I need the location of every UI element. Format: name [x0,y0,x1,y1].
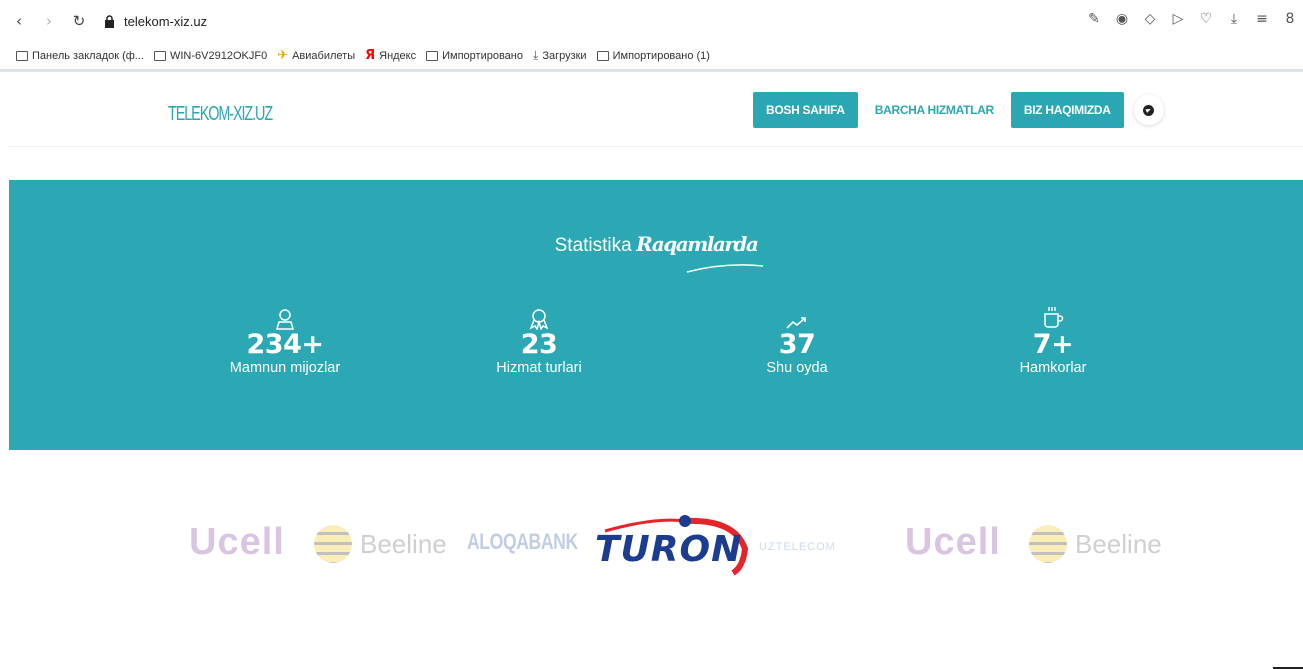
plane-icon: ✈ [277,48,289,63]
bookmark-item[interactable]: Импортировано (1) [596,50,710,62]
site-logo[interactable]: TELEKOM-XIZ.UZ [168,103,273,126]
nav-home-button[interactable]: BOSH SAHIFA [753,92,858,128]
menu-icon[interactable]: ≡ [1253,10,1271,28]
url-field[interactable]: telekom-xiz.uz [124,14,207,29]
camera-icon[interactable]: ◉ [1113,10,1131,28]
stats-section: Statistika Raqamlarda 234+ Mamnun mijozl… [9,180,1303,450]
partner-logo-ucell: Ucell [905,521,1001,563]
browser-toolbar: ‹ › ↻ telekom-xiz.uz ✎ ◉ ◇ ▷ ♡ ⤓ ≡ 8 [0,0,1303,42]
forward-icon[interactable]: › [38,10,60,32]
lock-icon [102,13,116,29]
stat-label: Hizmat turlari [496,360,582,376]
trend-icon [717,304,877,330]
partner-logo-aloqabank: ALOQABANK [467,529,578,554]
bookmark-item[interactable]: Панель закладок (ф... [16,50,144,62]
beeline-icon [314,525,352,563]
bookmark-item[interactable]: Импортировано [426,50,523,62]
send-icon[interactable]: ▷ [1169,10,1187,28]
edit-icon[interactable]: ✎ [1085,10,1103,28]
stat-card: 7+ Hamkorlar [973,304,1133,376]
site-header: TELEKOM-XIZ.UZ BOSH SAHIFA BARCHA HIZMAT… [9,75,1303,147]
stat-card: 23 Hizmat turlari [459,304,619,376]
partners-carousel: Ucell Beeline ALOQABANK TURON UZTELECOM … [9,505,1303,595]
stat-value: 234+ [246,329,324,360]
bookmark-item[interactable]: WIN-6V2912OKJF0 [153,50,267,62]
stat-label: Mamnun mijozlar [229,360,341,376]
download-icon[interactable]: ⤓ [1225,10,1243,28]
folder-icon [153,50,166,61]
folder-icon [16,50,28,61]
web-page: TELEKOM-XIZ.UZ BOSH SAHIFA BARCHA HIZMAT… [9,75,1303,669]
partner-logo-beeline: Beeline [314,525,447,563]
folder-icon [426,50,439,61]
download-icon: ⤓ [533,48,539,62]
stat-card: 37 Shu oyda [717,304,877,376]
stat-value: 7+ [1032,329,1074,360]
partner-logo-ucell: Ucell [189,521,285,563]
coffee-icon [973,304,1133,330]
folder-icon [596,50,609,61]
bookmark-item[interactable]: Я Яндекс [365,48,416,63]
swoosh-decoration [686,264,764,273]
award-icon [459,304,619,330]
telegram-icon [1143,104,1155,116]
main-nav: BOSH SAHIFA BARCHA HIZMATLAR BIZ HAQIMIZ… [753,92,1164,128]
back-icon[interactable]: ‹ [8,10,30,32]
yandex-icon: Я [365,48,376,63]
stat-card: 234+ Mamnun mijozlar [205,304,365,376]
stat-value: 37 [778,329,816,360]
profile-icon[interactable]: 8 [1281,10,1299,28]
partner-logo-uztelecom: UZTELECOM [759,541,836,553]
bookmarks-bar: Панель закладок (ф... WIN-6V2912OKJF0 ✈ А… [0,42,1303,72]
stat-label: Hamkorlar [1019,360,1087,376]
nav-services-link[interactable]: BARCHA HIZMATLAR [862,92,1007,128]
user-icon [205,304,365,330]
shield-icon[interactable]: ◇ [1141,10,1159,28]
beeline-icon [1029,525,1067,563]
bookmark-item[interactable]: ⤓ Загрузки [533,48,587,63]
reload-icon[interactable]: ↻ [68,10,90,32]
stats-title: Statistika Raqamlarda [554,232,759,256]
bookmark-item[interactable]: ✈ Авиабилеты [277,48,355,63]
stat-label: Shu oyda [766,360,828,376]
nav-about-button[interactable]: BIZ HAQIMIZDA [1010,92,1124,128]
heart-icon[interactable]: ♡ [1197,10,1215,28]
stat-value: 23 [520,329,558,360]
telegram-button[interactable] [1133,95,1164,125]
partner-logo-beeline: Beeline [1029,525,1162,563]
